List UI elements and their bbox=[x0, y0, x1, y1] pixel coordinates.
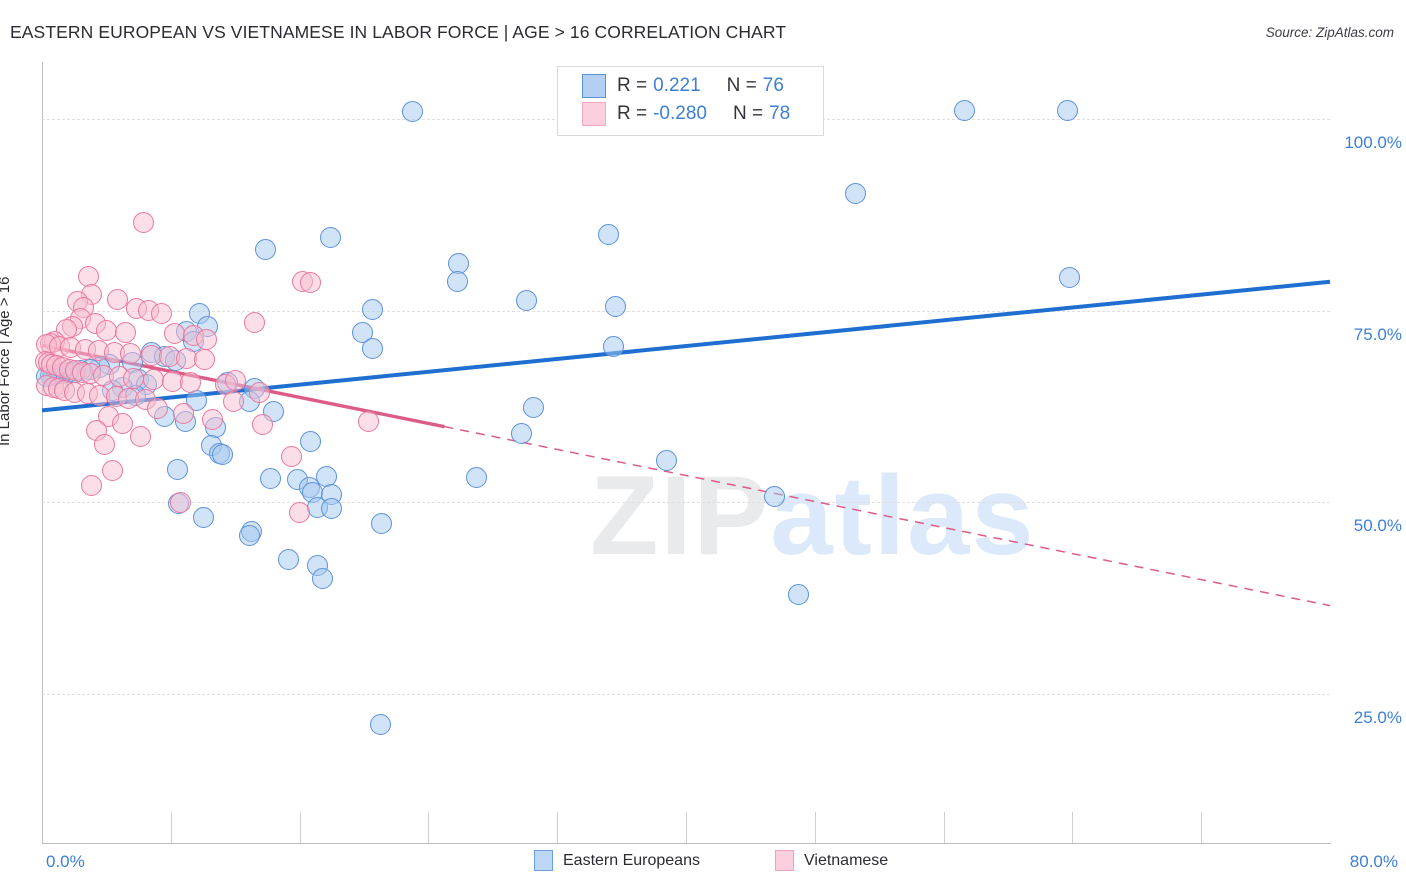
scatter-point bbox=[239, 524, 261, 546]
scatter-point bbox=[163, 323, 185, 345]
scatter-point bbox=[248, 382, 270, 404]
scatter-point bbox=[112, 412, 133, 434]
scatter-point bbox=[211, 443, 233, 465]
scatter-point bbox=[361, 337, 383, 359]
y-axis-tick-label: 25.0% bbox=[1353, 707, 1402, 727]
scatter-point bbox=[277, 549, 299, 571]
scatter-point bbox=[123, 367, 145, 389]
scatter-point bbox=[604, 295, 626, 317]
scatter-point bbox=[150, 303, 172, 325]
correlation-chart-page: EASTERN EUROPEAN VS VIETNAMESE IN LABOR … bbox=[0, 0, 1406, 892]
series-legend-vietnamese[interactable]: Vietnamese bbox=[775, 850, 888, 871]
series-legend-eastern-europeans[interactable]: Eastern Europeans bbox=[534, 850, 700, 871]
scatter-point bbox=[319, 226, 341, 248]
scatter-point bbox=[844, 183, 866, 205]
correlation-legend: R = 0.221 N = 76 R = -0.280 N = 78 bbox=[557, 66, 824, 136]
y-axis-tick-label: 50.0% bbox=[1353, 516, 1402, 536]
scatter-point bbox=[260, 468, 282, 490]
legend-swatch-blue bbox=[582, 74, 606, 98]
scatter-point bbox=[603, 335, 625, 357]
scatter-point bbox=[224, 370, 246, 392]
y-axis-tick-label: 100.0% bbox=[1344, 133, 1402, 153]
scatter-point bbox=[244, 311, 266, 333]
scatter-point bbox=[195, 328, 217, 350]
trendline-vietnamese-dashed bbox=[444, 425, 1331, 607]
scatter-point bbox=[466, 466, 488, 488]
series-label-eastern-europeans: Eastern Europeans bbox=[563, 851, 700, 869]
scatter-point bbox=[656, 449, 678, 471]
y-axis-title: In Labor Force | Age > 16 bbox=[0, 276, 13, 446]
scatter-point bbox=[169, 491, 191, 513]
legend-n-label-1: N = bbox=[726, 75, 757, 96]
scatter-point bbox=[115, 321, 137, 343]
scatter-point bbox=[173, 402, 195, 424]
scatter-point bbox=[954, 99, 976, 121]
scatter-point bbox=[300, 430, 322, 452]
plot-area: ZIPatlas bbox=[34, 62, 1331, 843]
source-attribution: Source: ZipAtlas.com bbox=[1265, 25, 1394, 40]
scatter-point bbox=[764, 485, 786, 507]
trendlines bbox=[41, 279, 1331, 607]
series-swatch-eastern-europeans bbox=[534, 850, 553, 871]
scatter-point bbox=[129, 425, 151, 447]
scatter-point bbox=[511, 422, 533, 444]
legend-r-value-1: 0.221 bbox=[653, 75, 701, 96]
scatter-point bbox=[1058, 267, 1080, 289]
scatter-point bbox=[281, 445, 303, 467]
legend-r-label-1: R = bbox=[617, 75, 648, 96]
x-axis-tick bbox=[686, 812, 687, 843]
scatter-point bbox=[95, 320, 117, 342]
legend-r-value-2: -0.280 bbox=[653, 103, 707, 124]
x-axis-tick bbox=[170, 812, 172, 843]
scatter-point bbox=[1057, 99, 1079, 121]
x-axis-tick bbox=[428, 812, 430, 843]
x-axis-tick bbox=[1072, 812, 1074, 843]
x-axis-tick bbox=[557, 812, 559, 843]
scatter-point bbox=[107, 288, 129, 310]
scatter-point bbox=[598, 223, 620, 245]
legend-n-value-2: 78 bbox=[769, 103, 791, 124]
scatter-point bbox=[179, 372, 201, 394]
scatter-point bbox=[142, 369, 164, 391]
legend-n-label-2: N = bbox=[732, 103, 764, 124]
legend-row-vietnamese: R = -0.280 N = 78 bbox=[582, 100, 790, 128]
y-axis-tick-label: 75.0% bbox=[1353, 324, 1402, 344]
x-axis-max-label: 80.0% bbox=[1349, 852, 1398, 871]
x-axis-min-label: 0.0% bbox=[46, 852, 85, 871]
legend-n-value-1: 76 bbox=[762, 75, 784, 96]
series-swatch-vietnamese bbox=[775, 850, 794, 871]
x-axis-tick bbox=[814, 812, 816, 843]
x-axis-line bbox=[42, 843, 1331, 844]
legend-row-eastern-europeans: R = 0.221 N = 76 bbox=[582, 72, 784, 100]
scatter-point bbox=[192, 507, 214, 529]
x-axis-tick bbox=[299, 812, 301, 843]
scatter-point bbox=[311, 568, 333, 590]
scatter-point bbox=[102, 459, 124, 481]
page-title: EASTERN EUROPEAN VS VIETNAMESE IN LABOR … bbox=[10, 22, 787, 42]
x-axis-tick bbox=[1201, 812, 1203, 843]
scatter-point bbox=[369, 713, 391, 735]
series-label-vietnamese: Vietnamese bbox=[804, 851, 889, 869]
legend-swatch-pink bbox=[582, 102, 606, 126]
scatter-point bbox=[166, 458, 188, 480]
scatter-point bbox=[522, 396, 544, 418]
scatter-point bbox=[446, 271, 468, 293]
legend-r-label-2: R = bbox=[617, 103, 648, 124]
scatter-point bbox=[788, 583, 810, 605]
scatter-point bbox=[401, 101, 423, 123]
x-axis-tick bbox=[943, 812, 945, 843]
scatter-point bbox=[361, 298, 383, 320]
